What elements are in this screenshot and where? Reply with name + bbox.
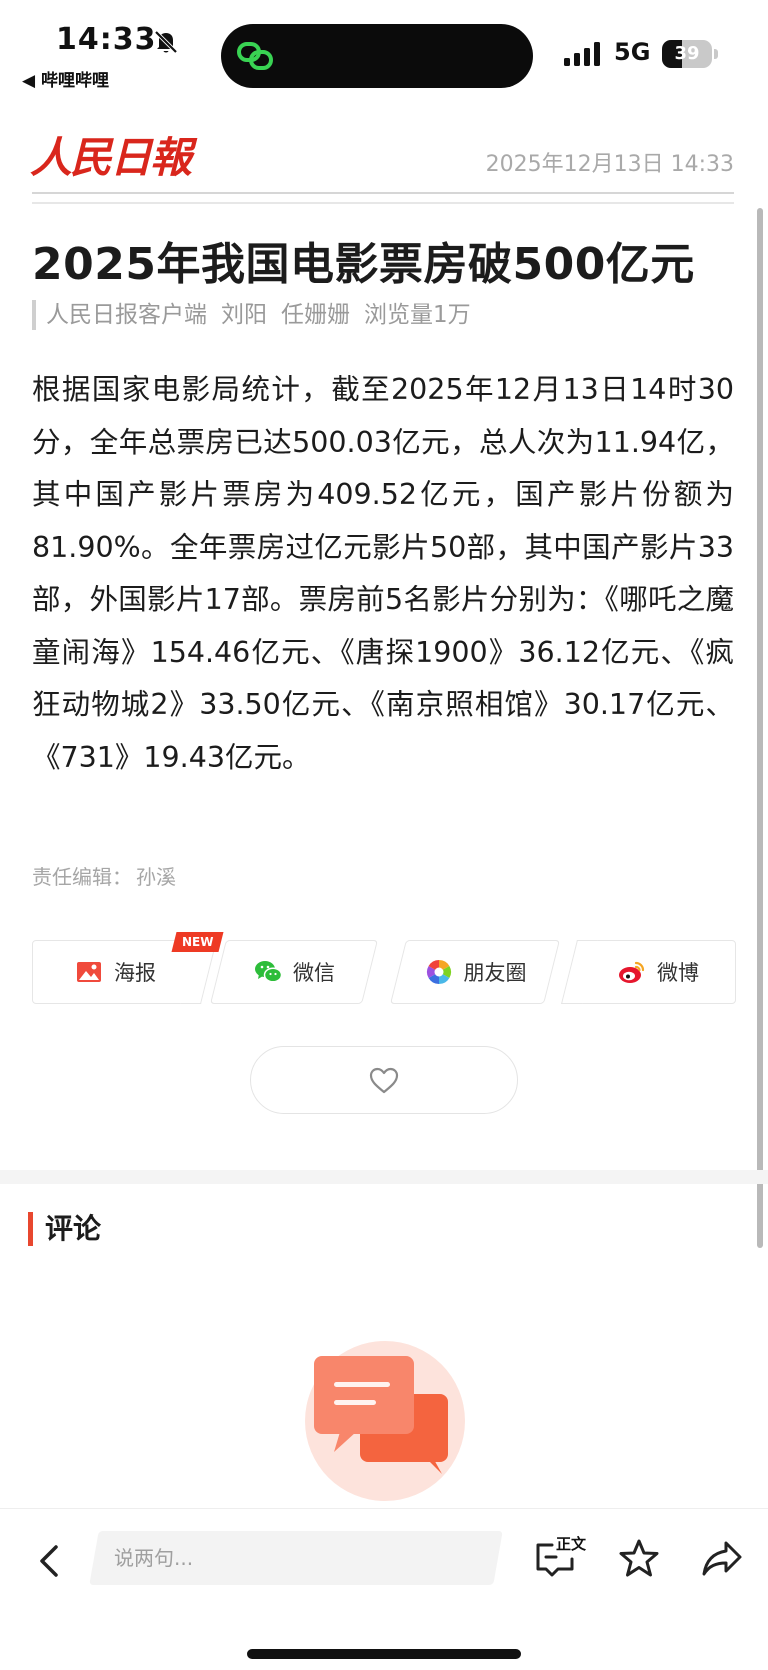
share-poster-label: 海报	[114, 961, 156, 985]
back-arrow-icon[interactable]	[30, 1539, 70, 1583]
editor-label: 责任编辑：	[32, 865, 132, 889]
star-icon[interactable]	[618, 1537, 660, 1579]
heart-icon	[369, 1067, 399, 1094]
share-row: 海报 微信 朋友圈 微博	[32, 940, 736, 1004]
link-icon	[237, 42, 273, 70]
bell-muted-icon	[154, 30, 178, 54]
dynamic-island	[221, 24, 533, 88]
moments-icon	[426, 960, 451, 984]
section-divider	[0, 1170, 768, 1184]
header-divider	[32, 192, 734, 204]
status-time: 14:33	[56, 22, 157, 57]
network-type: 5G	[614, 38, 651, 66]
battery-level: 39	[674, 43, 700, 64]
home-indicator	[247, 1649, 521, 1659]
article-title: 2025年我国电影票房破500亿元	[32, 239, 695, 290]
new-badge: NEW	[171, 932, 224, 952]
comment-input[interactable]: 说两句...	[89, 1531, 503, 1585]
weibo-icon	[619, 961, 645, 983]
responsible-editor: 责任编辑： 孙溪	[32, 861, 176, 890]
editor-name: 孙溪	[136, 865, 176, 889]
share-weibo-label: 微博	[657, 961, 699, 985]
share-wechat-button[interactable]: 微信	[210, 940, 378, 1004]
share-arrow-icon[interactable]	[700, 1537, 744, 1579]
status-bar: 14:33 ◀ 哔哩哔哩 5G 39	[0, 0, 768, 100]
poster-icon	[77, 962, 101, 982]
share-weibo-button[interactable]: 微博	[580, 940, 736, 1004]
battery-icon: 39	[662, 40, 718, 68]
like-button[interactable]	[250, 1046, 518, 1114]
text-toggle-label[interactable]: 正文	[556, 1533, 586, 1554]
share-moments-label: 朋友圈	[463, 961, 527, 985]
wechat-icon	[255, 961, 283, 983]
byline-source: 人民日报客户端	[46, 302, 207, 328]
back-to-app-link[interactable]: ◀ 哔哩哔哩	[22, 66, 109, 91]
article-body: 根据国家电影局统计，截至2025年12月13日14时30分，全年总票房已达500…	[32, 373, 734, 774]
share-wechat-label: 微信	[293, 961, 335, 985]
byline-author: 刘阳	[221, 302, 267, 328]
byline-author: 任姗姗	[281, 302, 350, 328]
brand-logo: 人民日報	[30, 133, 192, 182]
article-byline: 人民日报客户端 刘阳 任姗姗 浏览量1万	[32, 300, 485, 330]
comment-input-placeholder: 说两句...	[114, 1546, 194, 1570]
cellular-signal-icon	[564, 42, 600, 66]
share-moments-button[interactable]: 朋友圈	[390, 940, 560, 1004]
publish-datetime: 2025年12月13日 14:33	[485, 152, 734, 177]
bottom-toolbar: 说两句... 正文	[0, 1508, 768, 1670]
scrollbar[interactable]	[757, 208, 763, 1248]
byline-views: 浏览量1万	[364, 302, 471, 328]
empty-comments-illustration	[305, 1341, 465, 1501]
comments-heading: 评论	[28, 1212, 101, 1246]
